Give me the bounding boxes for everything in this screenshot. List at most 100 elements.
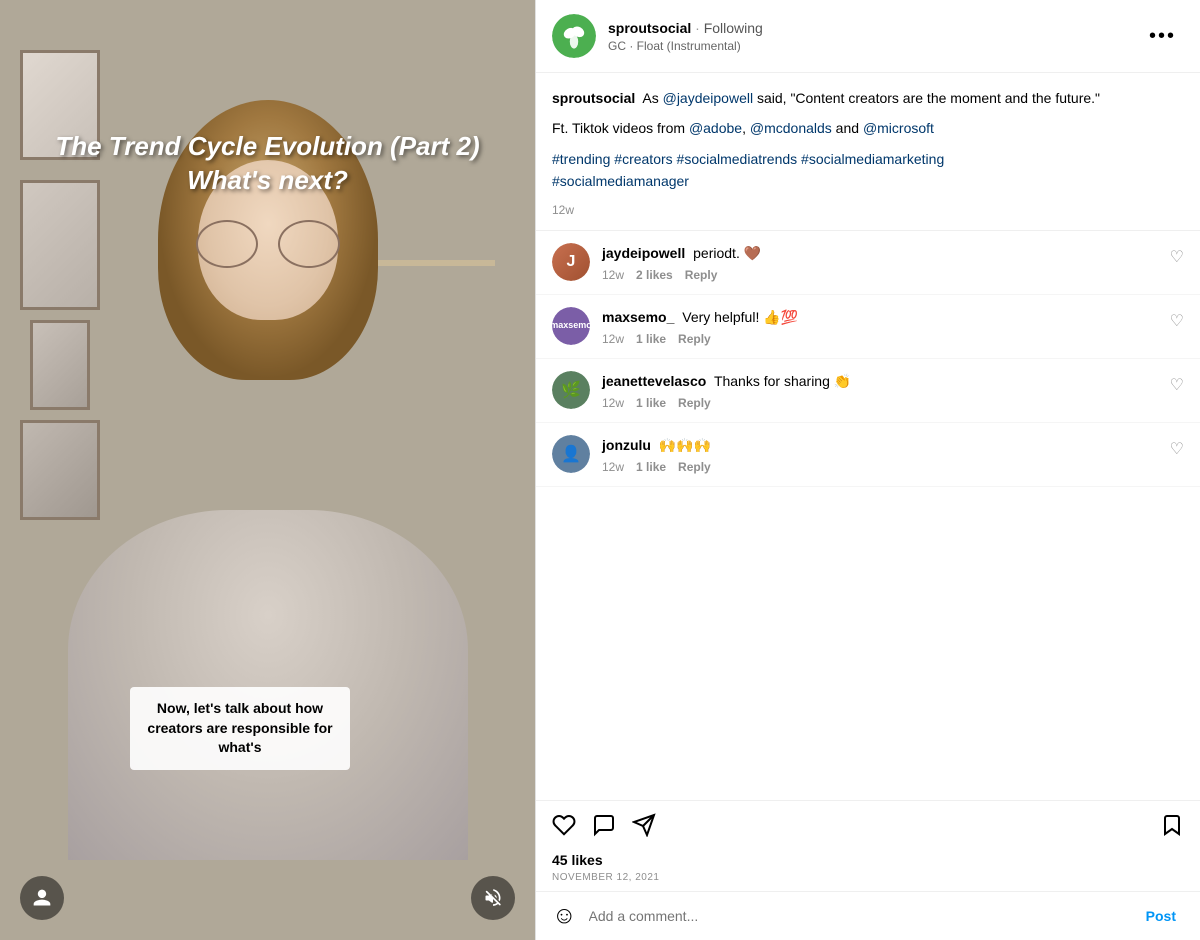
mute-button[interactable] — [471, 876, 515, 920]
mention-jaydei[interactable]: @jaydeipowell — [663, 90, 753, 106]
more-options-button[interactable]: ••• — [1141, 21, 1184, 52]
action-icons — [552, 813, 1184, 844]
comment-text-3: jeanettevelasco Thanks for sharing 👏 — [602, 371, 1184, 392]
jaydei-avatar-bg: J — [552, 243, 590, 281]
header-subtitle: GC · Float (Instrumental) — [608, 39, 1141, 53]
comment-content-3: jeanettevelasco Thanks for sharing 👏 12w… — [602, 371, 1184, 410]
comment-item: 🌿 jeanettevelasco Thanks for sharing 👏 1… — [536, 359, 1200, 423]
heart-icon-1[interactable]: ♡ — [1170, 247, 1184, 267]
comment-text-2: maxsemo_ Very helpful! 👍💯 — [602, 307, 1184, 328]
comment-avatar-jonzulu: 👤 — [552, 435, 590, 473]
like-button[interactable] — [552, 813, 576, 844]
sprout-avatar-bg — [552, 14, 596, 58]
comment-likes-2: 1 like — [636, 332, 666, 346]
comment-avatar-jeanette: 🌿 — [552, 371, 590, 409]
comment-content-2: maxsemo_ Very helpful! 👍💯 12w 1 like Rep… — [602, 307, 1184, 346]
comment-avatar-maxsemo: maxsemo — [552, 307, 590, 345]
comment-content-4: jonzulu 🙌🙌🙌 12w 1 like Reply — [602, 435, 1184, 474]
post-body-text: As @jaydeipowell said, "Content creators… — [642, 90, 1100, 106]
heart-icon-3[interactable]: ♡ — [1170, 375, 1184, 395]
comment-time-3: 12w — [602, 396, 624, 410]
hashtag-creators[interactable]: #creators — [614, 151, 672, 167]
following-label: Following — [704, 20, 763, 36]
comment-likes-1: 2 likes — [636, 268, 673, 282]
comment-body-1: periodt. 🤎 — [693, 245, 761, 261]
comment-item: 👤 jonzulu 🙌🙌🙌 12w 1 like Reply ♡ — [536, 423, 1200, 487]
wall-frame-2 — [20, 180, 100, 310]
header-username: sproutsocial — [608, 20, 691, 36]
share-button[interactable] — [632, 813, 656, 844]
post-date: NOVEMBER 12, 2021 — [552, 872, 1184, 883]
comment-reply-1[interactable]: Reply — [685, 268, 718, 282]
jeanette-avatar-bg: 🌿 — [552, 371, 590, 409]
video-title: The Trend Cycle Evolution (Part 2) What'… — [0, 130, 535, 198]
heart-icon-2[interactable]: ♡ — [1170, 311, 1184, 331]
action-left — [552, 813, 656, 844]
header-top-line: sproutsocial · Following — [608, 19, 1141, 39]
bookmark-icon — [1160, 813, 1184, 837]
profile-button[interactable] — [20, 876, 64, 920]
comment-reply-2[interactable]: Reply — [678, 332, 711, 346]
hashtag-socialmediamarketing[interactable]: #socialmediamarketing — [801, 151, 944, 167]
sprout-logo-icon — [560, 22, 588, 50]
wall-frame-3 — [30, 320, 90, 410]
instagram-panel: sproutsocial · Following GC · Float (Ins… — [535, 0, 1200, 940]
brand-avatar — [552, 14, 596, 58]
post-body: sproutsocial As @jaydeipowell said, "Con… — [536, 73, 1200, 231]
comment-input-area: ☺ Post — [536, 891, 1200, 940]
mention-mcdonalds[interactable]: @mcdonalds — [750, 120, 832, 136]
comment-reply-3[interactable]: Reply — [678, 396, 711, 410]
post-header: sproutsocial · Following GC · Float (Ins… — [536, 0, 1200, 73]
likes-count: 45 likes — [552, 852, 1184, 868]
comment-text-4: jonzulu 🙌🙌🙌 — [602, 435, 1184, 456]
dot-separator: · — [695, 20, 700, 36]
comment-likes-4: 1 like — [636, 460, 666, 474]
comment-input[interactable] — [589, 908, 1138, 924]
comment-body-4: 🙌🙌🙌 — [659, 437, 711, 453]
post-text: sproutsocial As @jaydeipowell said, "Con… — [552, 87, 1184, 109]
hashtag-socialmediatrends[interactable]: #socialmediatrends — [677, 151, 798, 167]
video-caption: Now, let's talk about how creators are r… — [130, 687, 350, 770]
hashtag-socialmediamanager[interactable]: #socialmediamanager — [552, 173, 689, 189]
video-controls — [0, 876, 535, 920]
comment-likes-3: 1 like — [636, 396, 666, 410]
comment-meta-3: 12w 1 like Reply — [602, 396, 1184, 410]
comment-text-1: jaydeipowell periodt. 🤎 — [602, 243, 1184, 264]
send-icon — [632, 813, 656, 837]
mention-adobe[interactable]: @adobe — [689, 120, 742, 136]
post-ft-line: Ft. Tiktok videos from @adobe, @mcdonald… — [552, 117, 1184, 139]
comment-item: maxsemo maxsemo_ Very helpful! 👍💯 12w 1 … — [536, 295, 1200, 359]
comment-time-4: 12w — [602, 460, 624, 474]
comment-body-2: Very helpful! 👍💯 — [682, 309, 798, 325]
comment-meta-4: 12w 1 like Reply — [602, 460, 1184, 474]
post-hashtags: #trending #creators #socialmediatrends #… — [552, 148, 1184, 193]
comment-author-4: jonzulu — [602, 437, 651, 453]
action-bar: 45 likes NOVEMBER 12, 2021 — [536, 800, 1200, 891]
person-body — [68, 510, 468, 860]
comment-time-2: 12w — [602, 332, 624, 346]
emoji-button[interactable]: ☺ — [552, 902, 577, 930]
comment-avatar-jaydei: J — [552, 243, 590, 281]
person-icon — [32, 888, 52, 908]
jonzulu-avatar-bg: 👤 — [552, 435, 590, 473]
comment-content-1: jaydeipowell periodt. 🤎 12w 2 likes Repl… — [602, 243, 1184, 282]
hashtag-trending[interactable]: #trending — [552, 151, 610, 167]
comment-author-2: maxsemo_ — [602, 309, 674, 325]
post-comment-button[interactable]: Post — [1138, 904, 1184, 928]
save-button[interactable] — [1160, 813, 1184, 844]
comment-meta-2: 12w 1 like Reply — [602, 332, 1184, 346]
mention-microsoft[interactable]: @microsoft — [863, 120, 934, 136]
video-panel: The Trend Cycle Evolution (Part 2) What'… — [0, 0, 535, 940]
heart-icon-4[interactable]: ♡ — [1170, 439, 1184, 459]
comment-icon — [592, 813, 616, 837]
comment-time-1: 12w — [602, 268, 624, 282]
mute-icon — [483, 888, 503, 908]
comment-body-3: Thanks for sharing 👏 — [714, 373, 851, 389]
comment-button[interactable] — [592, 813, 616, 844]
glasses — [188, 220, 348, 270]
comment-reply-4[interactable]: Reply — [678, 460, 711, 474]
heart-icon — [552, 813, 576, 837]
maxsemo-avatar-bg: maxsemo — [552, 307, 590, 345]
comment-author-1: jaydeipowell — [602, 245, 685, 261]
wall-frame-4 — [20, 420, 100, 520]
